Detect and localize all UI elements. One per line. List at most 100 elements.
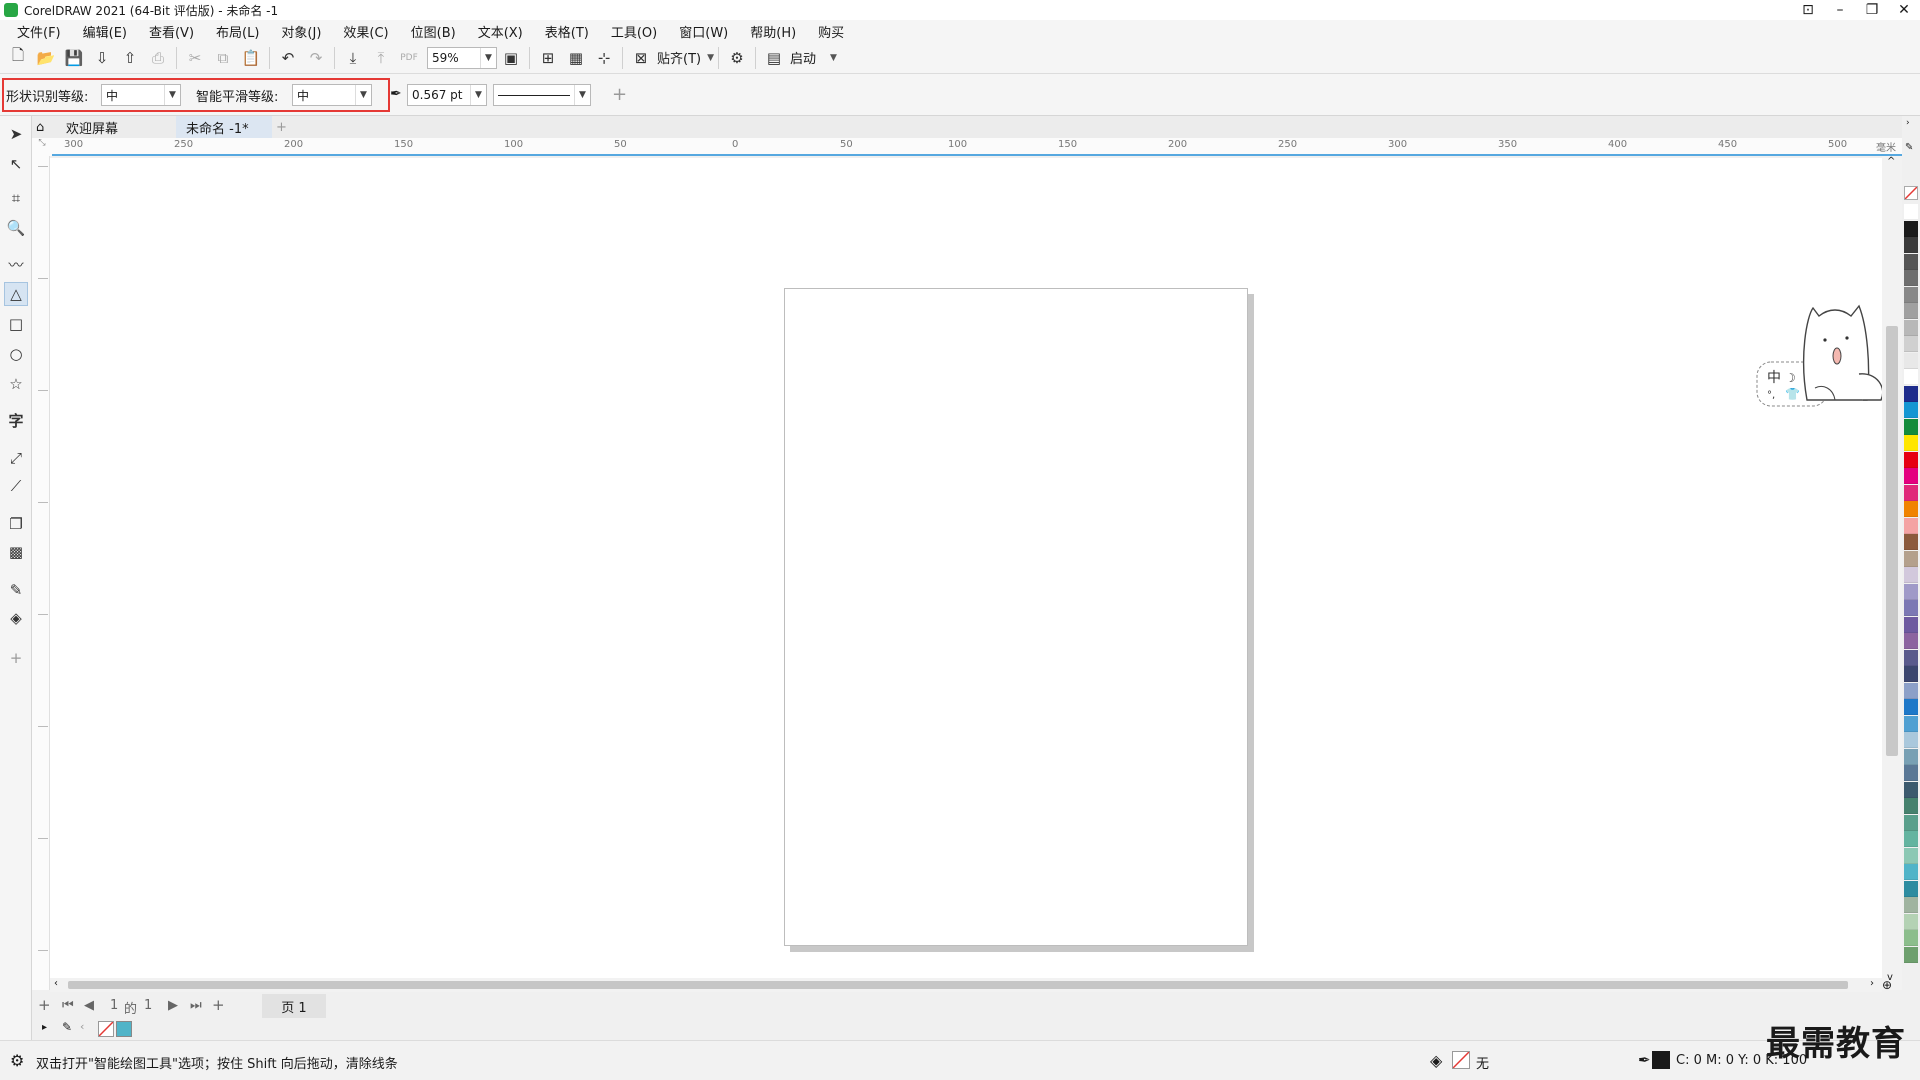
last-page-icon[interactable]: ⏭ [190, 998, 202, 1013]
color-swatch[interactable] [1904, 253, 1918, 270]
menu-file[interactable]: 文件(F) [6, 22, 72, 41]
document-color-swatch[interactable] [116, 1021, 132, 1037]
color-swatch[interactable] [1904, 270, 1918, 286]
connector-tool-icon[interactable]: ⟋ [4, 474, 28, 498]
undo-icon[interactable]: ↶ [274, 45, 302, 71]
line-style-select[interactable]: ▼ [493, 84, 591, 106]
minimize-button[interactable]: – [1824, 0, 1856, 20]
color-swatch[interactable] [1904, 798, 1918, 814]
menu-window[interactable]: 窗口(W) [668, 22, 739, 41]
open-folder-icon[interactable]: 📂 [32, 45, 60, 71]
show-guidelines-icon[interactable]: ⊹ [590, 45, 618, 71]
color-swatch[interactable] [1904, 451, 1918, 468]
color-swatch[interactable] [1904, 402, 1918, 418]
parallel-dimension-tool-icon[interactable]: ⤢ [4, 446, 28, 470]
gear-icon[interactable]: ⚙ [10, 1051, 24, 1070]
color-swatch[interactable] [1904, 600, 1918, 616]
horizontal-scrollbar[interactable]: ‹ › [50, 978, 1882, 992]
scroll-up-icon[interactable]: ^ [1887, 156, 1895, 167]
color-swatch[interactable] [1904, 418, 1918, 435]
color-swatch[interactable] [1904, 369, 1918, 385]
print-icon[interactable]: ⎙ [144, 45, 172, 71]
shape-tool-icon[interactable]: ↖ [4, 152, 28, 176]
vertical-scrollbar[interactable]: ^ v [1882, 156, 1902, 990]
color-swatch[interactable] [1904, 303, 1918, 319]
color-swatch[interactable] [1904, 682, 1918, 699]
color-swatch[interactable] [1904, 880, 1918, 897]
color-swatch[interactable] [1904, 715, 1918, 732]
add-page-before-icon[interactable]: + [38, 996, 51, 1014]
no-color-swatch[interactable] [98, 1021, 114, 1037]
save-icon[interactable]: 💾 [60, 45, 88, 71]
color-swatch[interactable] [1904, 616, 1918, 633]
color-swatch[interactable] [1904, 550, 1918, 567]
ruler-origin-icon[interactable]: ⤡ [32, 138, 52, 156]
color-swatch[interactable] [1904, 237, 1918, 253]
fill-swatch[interactable] [1452, 1051, 1470, 1069]
paste-icon[interactable]: 📋 [237, 45, 265, 71]
eyedropper-tool-icon[interactable]: ✎ [4, 578, 28, 602]
crop-tool-icon[interactable]: ⌗ [4, 186, 28, 210]
launch-dropdown[interactable]: 启动 [790, 48, 816, 67]
palette-scroll-up-icon[interactable]: › [1906, 118, 1910, 128]
color-swatch[interactable] [1904, 864, 1918, 880]
next-page-icon[interactable]: ▶ [168, 998, 178, 1013]
full-screen-icon[interactable]: ▣ [497, 45, 525, 71]
import-icon[interactable]: ⤓ [339, 45, 367, 71]
text-tool-icon[interactable]: 字 [4, 408, 28, 432]
color-swatch[interactable] [1904, 946, 1918, 963]
account-icon[interactable]: ⊡ [1792, 0, 1824, 20]
menu-text[interactable]: 文本(X) [467, 22, 534, 41]
add-icon[interactable]: + [612, 84, 627, 105]
menu-buy[interactable]: 购买 [807, 22, 855, 41]
pick-tool-icon[interactable]: ➤ [4, 122, 28, 146]
first-page-icon[interactable]: ⏮ [62, 998, 74, 1013]
export-icon[interactable]: ⤒ [367, 45, 395, 71]
color-swatch[interactable] [1904, 930, 1918, 946]
shape-recognition-select[interactable]: 中 ▼ [101, 84, 181, 106]
add-page-after-icon[interactable]: + [212, 996, 225, 1014]
menu-effects[interactable]: 效果(C) [332, 22, 399, 41]
color-swatch[interactable] [1904, 781, 1918, 798]
menu-tools[interactable]: 工具(O) [600, 22, 668, 41]
color-swatch[interactable] [1904, 319, 1918, 336]
menu-bitmaps[interactable]: 位图(B) [400, 22, 467, 41]
cut-icon[interactable]: ✂ [181, 45, 209, 71]
options-gear-icon[interactable]: ⚙ [723, 45, 751, 71]
chevron-down-icon[interactable]: ▼ [830, 53, 837, 63]
vertical-ruler[interactable] [32, 156, 50, 990]
scroll-left-icon[interactable]: ‹ [54, 978, 58, 989]
color-swatch[interactable] [1904, 435, 1918, 451]
outline-swatch[interactable] [1652, 1051, 1670, 1069]
color-swatch[interactable] [1904, 534, 1918, 550]
color-swatch[interactable] [1904, 385, 1918, 402]
drop-shadow-tool-icon[interactable]: ❐ [4, 512, 28, 536]
rectangle-tool-icon[interactable]: □ [4, 312, 28, 336]
transparency-tool-icon[interactable]: ▩ [4, 540, 28, 564]
color-swatch[interactable] [1904, 286, 1918, 303]
color-swatch[interactable] [1904, 831, 1918, 847]
outline-width-combo[interactable]: 0.567 pt ▼ [407, 84, 487, 106]
color-swatch[interactable] [1904, 220, 1918, 237]
launch-icon[interactable]: ▤ [760, 45, 788, 71]
restore-button[interactable]: ❐ [1856, 0, 1888, 20]
menu-help[interactable]: 帮助(H) [739, 22, 807, 41]
color-swatch[interactable] [1904, 732, 1918, 748]
color-swatch[interactable] [1904, 583, 1918, 600]
new-tab-icon[interactable]: + [272, 116, 292, 138]
ellipse-tool-icon[interactable]: ○ [4, 342, 28, 366]
menu-table[interactable]: 表格(T) [534, 22, 600, 41]
color-swatch[interactable] [1904, 913, 1918, 930]
mascot-illustration[interactable]: 中 ☽ °, 👕 [1755, 296, 1895, 410]
vertical-scroll-thumb[interactable] [1886, 326, 1898, 756]
color-swatch[interactable] [1904, 814, 1918, 831]
close-button[interactable]: ✕ [1888, 0, 1920, 20]
add-tool-icon[interactable]: + [4, 646, 28, 670]
color-swatch[interactable] [1904, 517, 1918, 534]
color-swatch[interactable] [1904, 847, 1918, 864]
color-swatch[interactable] [1904, 501, 1918, 517]
menu-edit[interactable]: 编辑(E) [72, 22, 138, 41]
zoom-combo[interactable]: 59% ▼ [427, 46, 497, 69]
color-swatch[interactable] [1904, 748, 1918, 765]
horizontal-ruler[interactable]: 300 250 200 150 100 50 0 50 100 150 200 … [52, 138, 1902, 156]
